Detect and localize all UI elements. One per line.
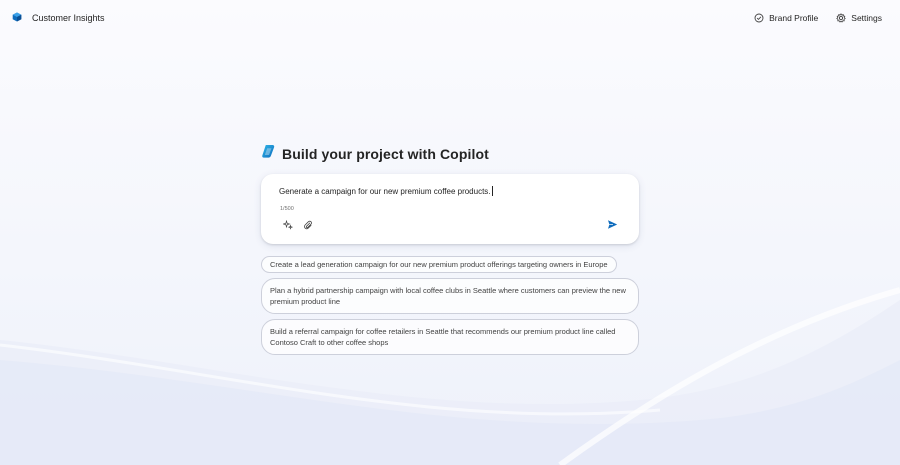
suggestion-chip-1[interactable]: Create a lead generation campaign for ou… bbox=[261, 256, 617, 273]
copilot-panel: Build your project with Copilot Generate… bbox=[261, 144, 639, 355]
text-caret bbox=[491, 186, 493, 196]
suggestion-chip-3[interactable]: Build a referral campaign for coffee ret… bbox=[261, 319, 639, 355]
brand-profile-label: Brand Profile bbox=[769, 13, 819, 23]
suggestion-chip-2[interactable]: Plan a hybrid partnership campaign with … bbox=[261, 278, 639, 314]
send-icon bbox=[607, 217, 618, 235]
character-counter: 1/500 bbox=[280, 206, 294, 212]
customer-insights-logo-icon bbox=[12, 9, 22, 27]
copilot-logo-icon bbox=[261, 144, 276, 164]
brand-profile-button[interactable]: Brand Profile bbox=[754, 13, 818, 23]
prompt-card: Generate a campaign for our new premium … bbox=[261, 174, 639, 244]
sparkle-icon bbox=[282, 217, 294, 235]
copilot-heading: Build your project with Copilot bbox=[261, 144, 639, 164]
app-brand[interactable]: Customer Insights bbox=[12, 9, 105, 27]
attach-button[interactable] bbox=[302, 220, 314, 232]
suggestion-list: Create a lead generation campaign for ou… bbox=[261, 256, 639, 355]
badge-check-icon bbox=[754, 13, 764, 23]
sparkle-prompts-button[interactable] bbox=[282, 217, 294, 235]
gear-icon bbox=[836, 13, 847, 23]
top-bar: Customer Insights Brand Profile Settings bbox=[0, 0, 900, 36]
paperclip-icon bbox=[303, 217, 313, 235]
prompt-input-value: Generate a campaign for our new premium … bbox=[279, 187, 491, 196]
send-button[interactable] bbox=[605, 219, 619, 233]
settings-label: Settings bbox=[851, 13, 882, 23]
app-title: Customer Insights bbox=[32, 13, 105, 23]
prompt-input[interactable]: Generate a campaign for our new premium … bbox=[279, 186, 493, 196]
page-title: Build your project with Copilot bbox=[282, 146, 489, 162]
settings-button[interactable]: Settings bbox=[836, 13, 882, 23]
